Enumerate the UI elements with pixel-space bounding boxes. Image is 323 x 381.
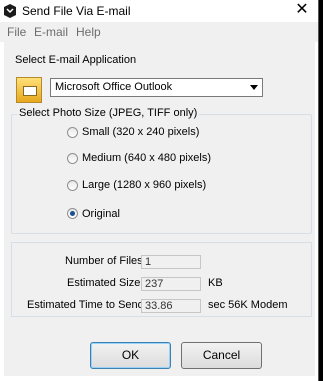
email-app-value: Microsoft Office Outlook [55,81,173,93]
num-files-field: 1 [141,255,201,269]
ok-button[interactable]: OK [90,342,171,369]
menu-file[interactable]: File [7,25,26,39]
size-unit: KB [208,277,223,289]
radio-selected-dot [70,211,75,216]
radio-large[interactable] [67,180,78,191]
time-label: Estimated Time to Send: [27,299,147,311]
chevron-down-icon [250,85,258,90]
email-app-label: Select E-mail Application [15,54,137,66]
time-unit: sec 56K Modem [208,299,288,311]
size-field: 237 [141,277,201,291]
radio-medium[interactable] [67,153,78,164]
radio-medium-label[interactable]: Medium (640 x 480 pixels) [82,152,211,164]
dialog-body: Select E-mail Application Microsoft Offi… [4,42,315,376]
cancel-button[interactable]: Cancel [181,342,262,369]
window-title: Send File Via E-mail [22,4,131,18]
email-app-select[interactable]: Microsoft Office Outlook [50,78,263,97]
title-bar[interactable]: Send File Via E-mail ✕ [0,0,318,22]
radio-small[interactable] [67,127,78,138]
dialog-window: Send File Via E-mail ✕ File E-mail Help … [0,0,319,381]
radio-original-label[interactable]: Original [82,208,120,220]
size-label: Estimated Size: [67,277,144,289]
time-field: 33.86 [141,299,201,313]
photo-size-label: Select Photo Size (JPEG, TIFF only) [17,107,200,119]
app-icon [4,4,16,18]
radio-large-label[interactable]: Large (1280 x 960 pixels) [82,179,206,191]
num-files-label: Number of Files: [65,255,146,267]
radio-small-label[interactable]: Small (320 x 240 pixels) [82,126,199,138]
outlook-icon [16,77,42,103]
close-icon[interactable]: ✕ [290,1,314,19]
menu-email[interactable]: E-mail [34,25,68,39]
radio-original[interactable] [67,208,78,219]
menu-bar: File E-mail Help [0,22,318,42]
menu-help[interactable]: Help [76,25,101,39]
